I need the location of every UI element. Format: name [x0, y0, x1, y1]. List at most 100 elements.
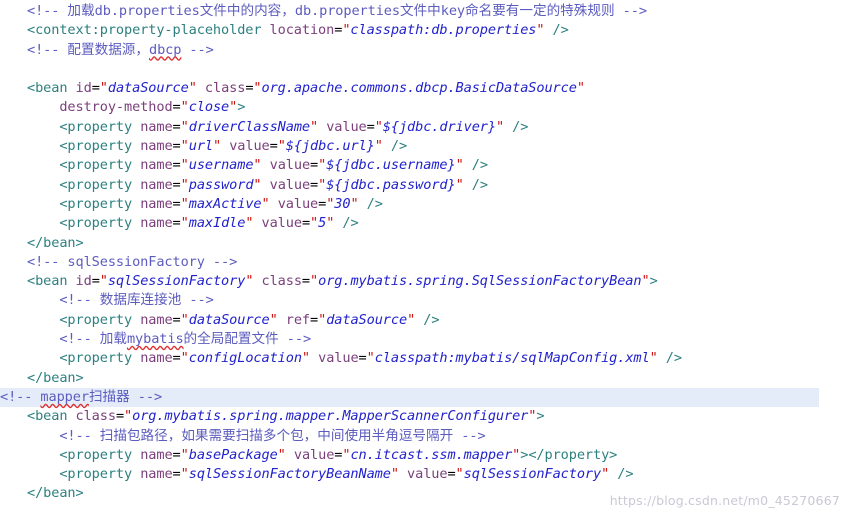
xml-tag: <property — [59, 176, 133, 193]
xml-comment: <!-- 扫描包路径，如果需要扫描多个包，中间使用半角逗号隔开 --> — [59, 427, 486, 444]
code-line[interactable]: </bean> — [0, 234, 846, 253]
xml-closing-tag: </bean> — [27, 369, 84, 386]
xml-attribute-name: name — [140, 466, 173, 483]
xml-comment: <!-- 数据库连接池 --> — [59, 292, 214, 309]
xml-tag: <property — [59, 215, 133, 232]
xml-attribute-name: class — [261, 273, 303, 290]
code-line[interactable]: <property name="password" value="${jdbc.… — [0, 176, 846, 195]
xml-closing-tag: </bean> — [27, 234, 84, 251]
xml-attribute-name: value — [318, 350, 359, 367]
xml-attribute-name: name — [140, 176, 173, 193]
code-line[interactable]: <!-- 加载mybatis的全局配置文件 --> — [0, 330, 846, 349]
xml-attribute-value: org.mybatis.spring.mapper.MapperScannerC… — [132, 408, 529, 425]
xml-attribute-value: maxIdle — [188, 215, 246, 232]
code-line[interactable]: <property name="maxActive" value="30" /> — [0, 195, 846, 214]
code-line[interactable]: </bean> — [0, 369, 846, 388]
xml-attribute-value: sqlSessionFactory — [107, 273, 246, 290]
code-editor[interactable]: <!-- 加载db.properties文件中的内容，db.properties… — [0, 0, 846, 510]
xml-comment: <!-- 配置数据源，dbcp --> — [27, 41, 214, 58]
xml-attribute-name: name — [140, 118, 173, 135]
code-line[interactable]: <property name="maxIdle" value="5" /> — [0, 214, 846, 233]
code-line[interactable]: <property name="dataSource" ref="dataSou… — [0, 311, 846, 330]
xml-attribute-name: name — [140, 215, 173, 232]
xml-attribute-name: destroy-method — [59, 99, 173, 116]
code-line[interactable]: <property name="basePackage" value="cn.i… — [0, 446, 846, 465]
xml-attribute-value: password — [188, 176, 254, 193]
spellcheck-word: mapper — [40, 388, 89, 405]
xml-attribute-name: value — [326, 118, 367, 135]
xml-tag: <property — [59, 195, 133, 212]
code-line[interactable]: <property name="url" value="${jdbc.url}"… — [0, 137, 846, 156]
xml-tag: <bean — [27, 273, 68, 290]
xml-attribute-name: name — [140, 350, 173, 367]
code-line[interactable]: <property name="configLocation" value="c… — [0, 349, 846, 368]
code-line[interactable]: <!-- 加载db.properties文件中的内容，db.properties… — [0, 2, 846, 21]
xml-attribute-name: name — [140, 446, 173, 463]
code-line[interactable]: <!-- 扫描包路径，如果需要扫描多个包，中间使用半角逗号隔开 --> — [0, 427, 846, 446]
xml-tag: <property — [59, 350, 133, 367]
xml-attribute-name: id — [75, 80, 92, 97]
xml-comment: <!-- 加载mybatis的全局配置文件 --> — [59, 331, 312, 348]
xml-tag: <bean — [27, 80, 68, 97]
xml-attribute-value: basePackage — [188, 446, 278, 463]
xml-comment: <!-- 加载db.properties文件中的内容，db.properties… — [27, 3, 647, 19]
code-line[interactable]: <property name="driverClassName" value="… — [0, 118, 846, 137]
xml-attribute-value: 5 — [318, 215, 327, 232]
code-line[interactable]: <property name="sqlSessionFactoryBeanNam… — [0, 465, 846, 484]
xml-attribute-name: id — [75, 273, 92, 290]
code-line[interactable]: <bean id="dataSource" class="org.apache.… — [0, 79, 846, 98]
xml-attribute-name: value — [277, 195, 319, 212]
xml-attribute-value: classpath:db.properties — [350, 22, 537, 39]
xml-attribute-value: 30 — [334, 195, 351, 212]
xml-attribute-value: sqlSessionFactoryBeanName — [188, 466, 391, 483]
code-line[interactable]: <!-- 配置数据源，dbcp --> — [0, 41, 846, 60]
xml-attribute-name: name — [140, 195, 173, 212]
xml-attribute-name: value — [407, 466, 448, 483]
xml-attribute-name: name — [140, 138, 173, 155]
xml-tag: <property — [59, 138, 133, 155]
xml-closing-tag: </bean> — [27, 485, 84, 502]
xml-tag: <context:property-placeholder — [27, 22, 262, 39]
xml-attribute-value: dataSource — [326, 311, 408, 328]
code-line[interactable]: <property name="username" value="${jdbc.… — [0, 156, 846, 175]
xml-attribute-value: dataSource — [107, 80, 189, 97]
code-line-current[interactable]: <!-- mapper扫描器 --> — [0, 387, 819, 408]
xml-attribute-value: classpath:mybatis/sqlMapConfig.xml — [374, 350, 650, 367]
spellcheck-word: dbcp — [148, 41, 182, 58]
xml-attribute-value: org.apache.commons.dbcp.BasicDataSource — [261, 80, 577, 97]
xml-attribute-name: value — [229, 138, 270, 155]
code-line[interactable]: <bean class="org.mybatis.spring.mapper.M… — [0, 407, 846, 426]
xml-attribute-value: url — [188, 138, 213, 155]
xml-tag: <property — [59, 157, 133, 174]
code-line[interactable]: </bean> — [0, 484, 846, 503]
xml-tag: <bean — [27, 408, 68, 425]
xml-attribute-value: org.mybatis.spring.SqlSessionFactoryBean — [318, 273, 642, 290]
xml-tag: <property — [59, 311, 133, 328]
xml-attribute-value: dataSource — [188, 311, 270, 328]
xml-attribute-value: ${jdbc.password} — [326, 176, 456, 193]
xml-attribute-name: value — [269, 157, 311, 174]
xml-attribute-name: value — [293, 446, 335, 463]
xml-attribute-value: ${jdbc.url} — [285, 138, 375, 155]
xml-attribute-name: value — [269, 176, 311, 193]
xml-attribute-value: close — [188, 99, 230, 116]
code-line[interactable]: <bean id="sqlSessionFactory" class="org.… — [0, 272, 846, 291]
code-line[interactable]: <!-- 数据库连接池 --> — [0, 291, 846, 310]
xml-tag: <property — [59, 466, 133, 483]
code-line[interactable]: <!-- sqlSessionFactory --> — [0, 253, 846, 272]
xml-attribute-value: driverClassName — [188, 118, 310, 135]
xml-attribute-name: location — [269, 22, 335, 39]
xml-attribute-value: sqlSessionFactory — [463, 466, 602, 483]
code-line-blank[interactable] — [0, 60, 846, 79]
xml-attribute-name: name — [140, 157, 173, 174]
code-line[interactable]: <context:property-placeholder location="… — [0, 21, 846, 40]
xml-attribute-value: ${jdbc.driver} — [382, 118, 496, 135]
xml-attribute-name: name — [140, 311, 173, 328]
code-line[interactable]: destroy-method="close"> — [0, 98, 846, 117]
xml-attribute-name: class — [75, 408, 117, 425]
spellcheck-word: mybatis — [126, 331, 184, 348]
xml-attribute-name: ref — [285, 311, 311, 328]
xml-attribute-value: cn.itcast.ssm.mapper — [350, 446, 513, 463]
xml-attribute-value: maxActive — [188, 195, 262, 212]
xml-comment: <!-- mapper扫描器 --> — [0, 388, 163, 405]
